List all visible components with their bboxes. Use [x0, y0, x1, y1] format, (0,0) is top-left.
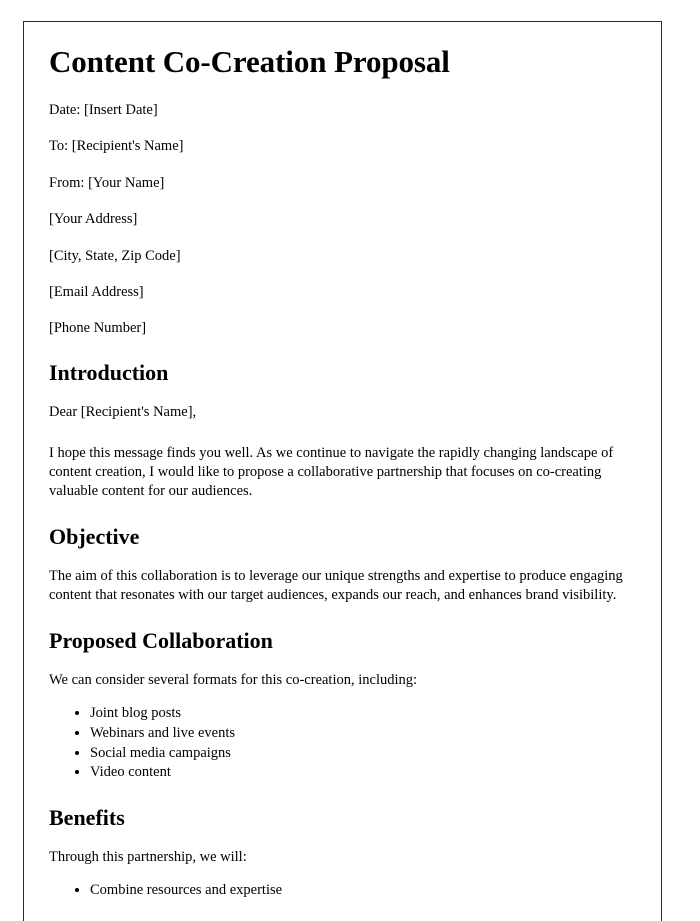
section-heading-proposed-collaboration: Proposed Collaboration: [49, 627, 273, 653]
section-benefits: Benefits Through this partnership, we wi…: [49, 805, 631, 901]
section-proposed-collaboration: Proposed Collaboration We can consider s…: [49, 628, 631, 783]
document-body: Content Co-Creation Proposal Date: [Inse…: [24, 22, 661, 901]
list-item: Joint blog posts: [90, 704, 631, 724]
meta-email: [Email Address]: [49, 283, 144, 300]
section-heading-objective: Objective: [49, 523, 140, 549]
proposed-collaboration-paragraph: We can consider several formats for this…: [49, 672, 418, 689]
document-meta-block: Date: [Insert Date] To: [Recipient's Nam…: [49, 102, 631, 338]
section-introduction: Introduction Dear [Recipient's Name], I …: [49, 360, 631, 502]
section-objective: Objective The aim of this collaboration …: [49, 524, 631, 606]
list-item: Webinars and live events: [90, 724, 631, 744]
benefits-list: Combine resources and expertise: [49, 881, 631, 901]
section-heading-introduction: Introduction: [49, 359, 169, 385]
list-item: Social media campaigns: [90, 744, 631, 764]
proposed-collaboration-list: Joint blog posts Webinars and live event…: [49, 704, 631, 782]
section-heading-benefits: Benefits: [49, 804, 125, 830]
list-item: Combine resources and expertise: [90, 881, 631, 901]
meta-phone: [Phone Number]: [49, 320, 147, 337]
objective-paragraph: The aim of this collaboration is to leve…: [49, 568, 623, 604]
meta-city-state-zip: [City, State, Zip Code]: [49, 247, 181, 264]
meta-sender: From: [Your Name]: [49, 174, 165, 191]
list-item: Video content: [90, 763, 631, 783]
meta-address: [Your Address]: [49, 211, 138, 228]
benefits-paragraph: Through this partnership, we will:: [49, 849, 247, 866]
salutation: Dear [Recipient's Name],: [49, 404, 197, 421]
page-title: Content Co-Creation Proposal: [49, 44, 450, 79]
document-page: Content Co-Creation Proposal Date: [Inse…: [23, 21, 662, 921]
meta-date: Date: [Insert Date]: [49, 101, 158, 118]
introduction-paragraph: I hope this message finds you well. As w…: [49, 444, 614, 500]
meta-recipient: To: [Recipient's Name]: [49, 138, 184, 155]
